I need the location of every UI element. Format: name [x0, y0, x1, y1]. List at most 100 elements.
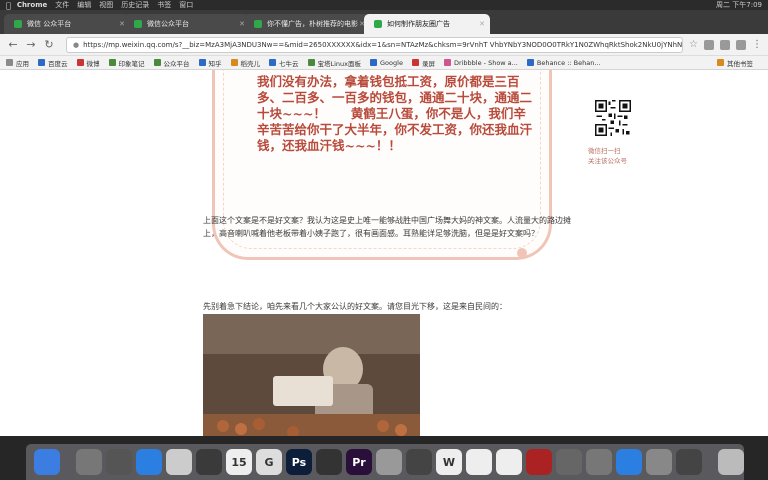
baidu-netdisk-icon[interactable]: [616, 449, 642, 475]
forward-icon[interactable]: →: [24, 38, 38, 52]
docer-icon: [230, 59, 238, 66]
calendar-icon[interactable]: 15: [226, 449, 252, 475]
google-icon: [370, 59, 378, 66]
qr-code-image: [595, 100, 631, 136]
menu-bar:  Chrome 文件 编辑 视图 历史记录 书签 窗口 周二 下午7:09: [0, 0, 768, 10]
tab-label: 如何制作朋友圈广告: [387, 20, 450, 28]
chrome-icon[interactable]: [676, 449, 702, 475]
preview-icon[interactable]: [376, 449, 402, 475]
bookmarks-bar: 应用 百度云 微博 印象笔记 公众平台 知乎 稻壳儿 七牛云 宝塔Linux面板…: [0, 56, 768, 70]
baidu-cloud-icon: [38, 59, 45, 66]
rocket-icon[interactable]: [106, 449, 132, 475]
iina-icon[interactable]: [556, 449, 582, 475]
tab-0[interactable]: 微信 公众平台 ✕: [4, 14, 130, 34]
article-paragraph: 上面这个文案是不是好文案？我认为这是史上唯一能够战胜中国广场舞大妈的神文案。人流…: [203, 216, 571, 238]
bookmark-baidu-cloud[interactable]: 百度云: [38, 58, 68, 68]
tab-strip: 微信 公众平台 ✕ 微信公众平台 ✕ 你不懂广告，朴树推荐的电影 ✕ 如何制作朋…: [0, 10, 768, 34]
bookmark-docer[interactable]: 稻壳儿: [230, 58, 260, 68]
bookmark-zhihu[interactable]: 知乎: [198, 58, 222, 68]
dribbble-icon: [443, 59, 451, 66]
url-text: https://mp.weixin.qq.com/s?__biz=MzA3MjA…: [83, 40, 683, 49]
zhihu-icon: [198, 59, 206, 66]
behance-icon: [526, 59, 534, 66]
bookmark-qiniu[interactable]: 七牛云: [269, 58, 299, 68]
wechat-icon: [134, 20, 142, 28]
dock: 15 G Ps Pr W: [26, 444, 744, 480]
bookmark-evernote[interactable]: 印象笔记: [108, 58, 145, 68]
photoshop-icon[interactable]: Ps: [286, 449, 312, 475]
bookmark-apps[interactable]: 应用: [6, 58, 29, 68]
launchpad-icon[interactable]: [76, 449, 102, 475]
trash-icon[interactable]: [718, 449, 744, 475]
back-icon[interactable]: ←: [6, 38, 20, 52]
bookmark-dribbble[interactable]: Dribbble - Show a...: [443, 59, 518, 67]
street-vendor-photo: [203, 314, 420, 436]
photo-booth-icon[interactable]: [526, 449, 552, 475]
extension-icon[interactable]: [720, 39, 730, 50]
tab-2[interactable]: 你不懂广告，朴树推荐的电影 ✕: [244, 14, 370, 34]
tab-label: 微信 公众平台: [27, 20, 72, 28]
menu-file[interactable]: 文件: [55, 0, 69, 10]
qiniu-icon: [269, 59, 276, 66]
apple-icon[interactable]: : [6, 1, 11, 10]
screen-icon[interactable]: [316, 449, 342, 475]
reload-icon[interactable]: ↻: [42, 38, 56, 52]
evernote-icon: [108, 59, 116, 66]
finder-icon[interactable]: [34, 449, 60, 475]
g-icon[interactable]: G: [256, 449, 282, 475]
folder-icon: [717, 59, 724, 66]
address-bar[interactable]: ● https://mp.weixin.qq.com/s?__biz=MzA3M…: [66, 36, 684, 53]
bt-panel-icon: [307, 59, 315, 66]
close-icon[interactable]: ✕: [479, 20, 485, 28]
wechat-icon[interactable]: [496, 449, 522, 475]
bookmark-screen-record[interactable]: 录屏: [411, 58, 435, 68]
wechat-icon: [374, 20, 382, 28]
qr-caption-line-1: 微信扫一扫: [588, 147, 621, 155]
extension-icon[interactable]: [736, 39, 746, 50]
apps-icon: [6, 59, 13, 66]
bookmark-google[interactable]: Google: [370, 59, 403, 67]
browser-toolbar: ← → ↻ ● https://mp.weixin.qq.com/s?__biz…: [0, 34, 768, 56]
wps-icon[interactable]: W: [436, 449, 462, 475]
wechat-icon: [14, 20, 22, 28]
menu-history[interactable]: 历史记录: [121, 0, 149, 10]
tab-1[interactable]: 微信公众平台 ✕: [124, 14, 250, 34]
bookmark-weibo[interactable]: 微博: [76, 58, 100, 68]
wechat-icon: [254, 20, 262, 28]
article-photo: [203, 314, 420, 436]
record-icon[interactable]: [406, 449, 432, 475]
qr-code-panel: 微信扫一扫 关注该公众号: [588, 100, 650, 166]
app-store-icon[interactable]: [136, 449, 162, 475]
app-menu[interactable]: Chrome: [17, 1, 47, 9]
menu-bookmarks[interactable]: 书签: [157, 0, 171, 10]
extension-icon[interactable]: [704, 39, 714, 50]
poster-text: 我们没有办法，拿着钱包抵工资，原价都是三百多、二百多、一百多的钱包，通通二十块，…: [257, 74, 533, 153]
menu-view[interactable]: 视图: [99, 0, 113, 10]
disk-utility-icon[interactable]: [646, 449, 672, 475]
weibo-icon: [76, 59, 84, 66]
bookmark-star-icon[interactable]: ☆: [689, 39, 698, 50]
article-paragraph: 先别着急下结论，咱先来看几个大家公认的好文案。请您目光下移，这是来自民间的：: [203, 302, 507, 311]
menubar-clock[interactable]: 周二 下午7:09: [716, 0, 762, 10]
premiere-icon[interactable]: Pr: [346, 449, 372, 475]
photos-icon[interactable]: [166, 449, 192, 475]
feather-icon[interactable]: [196, 449, 222, 475]
bookmark-bt-panel[interactable]: 宝塔Linux面板: [307, 58, 361, 68]
menu-window[interactable]: 窗口: [179, 0, 193, 10]
tab-label: 你不懂广告，朴树推荐的电影: [267, 20, 358, 28]
tab-label: 微信公众平台: [147, 20, 189, 28]
wechat-icon: [153, 59, 161, 66]
tab-3[interactable]: 如何制作朋友圈广告 ✕: [364, 14, 490, 34]
lock-icon: ●: [73, 40, 80, 49]
bookmark-behance[interactable]: Behance :: Behan...: [526, 59, 601, 67]
app-icon[interactable]: [586, 449, 612, 475]
page-content: 我们没有办法，拿着钱包抵工资，原价都是三百多、二百多、一百多的钱包，通通二十块，…: [0, 70, 768, 436]
more-menu-icon[interactable]: ⋮: [752, 39, 762, 50]
bookmark-mp[interactable]: 公众平台: [153, 58, 190, 68]
menu-edit[interactable]: 编辑: [77, 0, 91, 10]
poster-ribbon: [517, 248, 527, 258]
qr-caption-line-2: 关注该公众号: [588, 157, 627, 165]
bookmark-other[interactable]: 其他书签: [717, 58, 753, 68]
screen-record-icon: [411, 59, 419, 66]
qq-icon[interactable]: [466, 449, 492, 475]
